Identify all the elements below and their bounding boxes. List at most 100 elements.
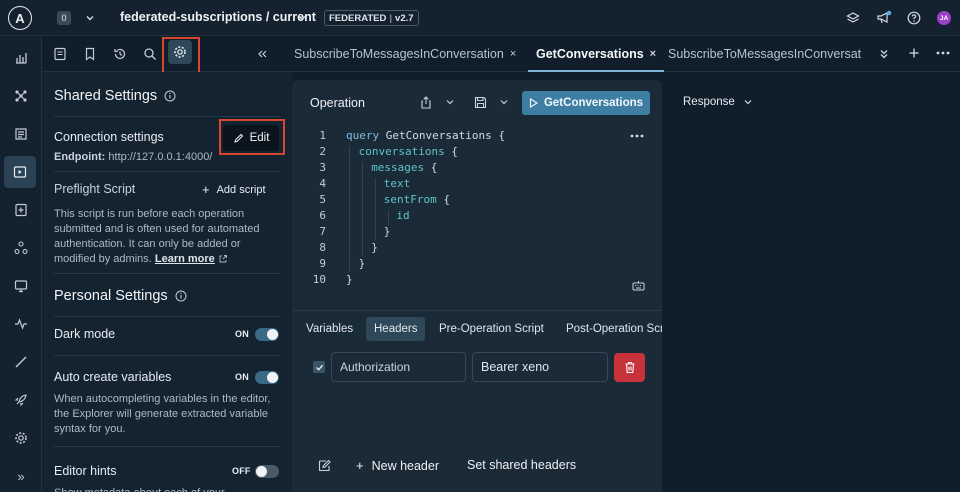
variant-badge-version: v2.7 bbox=[395, 12, 414, 24]
code-token: query bbox=[346, 129, 386, 142]
close-tab-icon[interactable]: × bbox=[510, 48, 516, 60]
tab-get-conversations[interactable]: GetConversations × bbox=[528, 36, 665, 72]
graph-chevron-icon[interactable] bbox=[296, 12, 308, 24]
endpoint-label: Endpoint: bbox=[54, 151, 106, 163]
editor-more-icon[interactable] bbox=[630, 133, 644, 139]
learn-more-link[interactable]: Learn more bbox=[155, 253, 215, 265]
external-link-icon[interactable] bbox=[218, 254, 228, 264]
keyboard-icon[interactable] bbox=[632, 280, 645, 291]
graph-name[interactable]: federated-subscriptions / current bbox=[120, 10, 316, 24]
code-line: query GetConversations { bbox=[346, 129, 505, 142]
new-tab-icon[interactable] bbox=[908, 47, 920, 59]
share-chevron-icon[interactable] bbox=[445, 97, 455, 107]
code-token: id bbox=[396, 209, 410, 222]
header-value-input[interactable]: Bearer xeno bbox=[472, 352, 608, 382]
auto-vars-label: Auto create variables bbox=[54, 370, 172, 384]
documentation-icon[interactable] bbox=[48, 42, 72, 66]
line-number: 7 bbox=[319, 225, 326, 238]
variant-badge-separator: | bbox=[389, 12, 393, 24]
divider bbox=[54, 355, 280, 356]
megaphone-icon[interactable] bbox=[876, 10, 892, 26]
code-line: } bbox=[371, 241, 378, 254]
endpoint-value: http://127.0.0.1:4000/ bbox=[108, 151, 213, 163]
nav-rail: » bbox=[0, 36, 42, 492]
launches-icon[interactable] bbox=[0, 384, 42, 416]
dark-mode-toggle[interactable] bbox=[255, 328, 279, 341]
settings-icon[interactable] bbox=[0, 422, 42, 454]
header-key-input[interactable]: Authorization bbox=[331, 352, 466, 382]
add-script-label: Add script bbox=[216, 183, 266, 196]
code-line: conversations { bbox=[359, 145, 458, 158]
docs-icon[interactable] bbox=[0, 118, 42, 150]
subgraphs-icon[interactable] bbox=[0, 232, 42, 264]
auto-vars-toggle[interactable] bbox=[255, 371, 279, 384]
dark-mode-label: Dark mode bbox=[54, 327, 116, 341]
tab-pre-operation-script[interactable]: Pre-Operation Script bbox=[439, 317, 544, 341]
toggle-knob bbox=[267, 329, 278, 340]
avatar[interactable]: JA bbox=[937, 11, 951, 25]
search-icon[interactable] bbox=[138, 42, 162, 66]
tab-post-operation-script[interactable]: Post-Operation Scr bbox=[566, 317, 662, 341]
share-icon[interactable] bbox=[420, 96, 432, 109]
tabs-overflow-icon[interactable] bbox=[878, 48, 890, 60]
set-shared-headers-button[interactable]: Set shared headers bbox=[467, 458, 576, 472]
plus-icon: + bbox=[202, 182, 210, 197]
save-chevron-icon[interactable] bbox=[499, 97, 509, 107]
checks-icon[interactable] bbox=[0, 346, 42, 378]
line-number: 1 bbox=[319, 129, 326, 142]
line-number: 3 bbox=[319, 161, 326, 174]
explorer-icon[interactable] bbox=[4, 156, 36, 188]
tab-subscribe-1[interactable]: SubscribeToMessagesInConversation × bbox=[294, 36, 516, 72]
response-panel: Response bbox=[662, 80, 960, 492]
monitor-icon[interactable] bbox=[0, 270, 42, 302]
graph-icon[interactable] bbox=[0, 80, 42, 112]
line-number: 10 bbox=[312, 273, 326, 286]
help-icon[interactable] bbox=[907, 11, 921, 25]
tab-headers[interactable]: Headers bbox=[366, 317, 426, 341]
code-editor[interactable]: 1 query GetConversations { 2 conversations … bbox=[292, 126, 662, 310]
tab-variables[interactable]: Variables bbox=[306, 317, 353, 341]
indent-guide bbox=[362, 162, 363, 256]
insights-icon[interactable] bbox=[0, 308, 42, 340]
collapse-panel-icon[interactable] bbox=[250, 42, 274, 66]
plus-icon: + bbox=[356, 458, 364, 473]
chevron-down-icon[interactable] bbox=[84, 12, 96, 24]
layers-icon[interactable] bbox=[846, 11, 860, 25]
more-options-icon[interactable] bbox=[936, 47, 950, 59]
apollo-logo-icon[interactable]: A bbox=[8, 6, 32, 30]
bookmark-icon[interactable] bbox=[78, 42, 102, 66]
personal-settings-info-icon[interactable] bbox=[175, 290, 187, 302]
code-token: GetConversations { bbox=[385, 129, 505, 142]
operation-header: Operation GetConversations bbox=[292, 80, 662, 126]
personal-settings-title: Personal Settings bbox=[54, 288, 168, 304]
header-enabled-checkbox[interactable] bbox=[313, 361, 325, 373]
schema-icon[interactable] bbox=[0, 194, 42, 226]
history-icon[interactable] bbox=[108, 42, 132, 66]
tab-subscribe-2[interactable]: SubscribeToMessagesInConversat bbox=[668, 36, 868, 72]
operation-panel: Operation GetConversations 1 query GetCon… bbox=[292, 80, 662, 492]
variant-badge[interactable]: FEDERATED | v2.7 bbox=[324, 10, 419, 26]
workspace-badge[interactable]: 0 bbox=[57, 11, 71, 25]
run-operation-button[interactable]: GetConversations bbox=[522, 91, 650, 115]
delete-header-button[interactable] bbox=[614, 353, 645, 382]
close-tab-icon[interactable]: × bbox=[650, 48, 656, 60]
divider bbox=[54, 446, 280, 447]
save-icon[interactable] bbox=[474, 96, 487, 109]
preflight-title: Preflight Script bbox=[54, 182, 136, 196]
response-dropdown[interactable]: Response bbox=[683, 96, 753, 108]
operation-tabs: SubscribeToMessagesInConversation × GetC… bbox=[280, 36, 960, 72]
shared-settings-info-icon[interactable] bbox=[164, 90, 176, 102]
code-token: } bbox=[358, 257, 366, 270]
line-number: 2 bbox=[319, 145, 326, 158]
highlight-box-edit bbox=[219, 119, 285, 155]
bulk-edit-icon[interactable] bbox=[318, 459, 331, 472]
variant-badge-type: FEDERATED bbox=[329, 12, 387, 24]
expand-rail-icon[interactable]: » bbox=[0, 460, 42, 492]
tab-label: SubscribeToMessagesInConversat bbox=[668, 47, 862, 61]
add-script-button[interactable]: + Add script bbox=[202, 182, 266, 197]
line-number: 9 bbox=[319, 257, 326, 270]
home-icon[interactable] bbox=[0, 42, 42, 74]
editor-hints-toggle[interactable] bbox=[255, 465, 279, 478]
highlight-box-settings bbox=[162, 37, 200, 74]
new-header-button[interactable]: + New header bbox=[356, 458, 439, 473]
